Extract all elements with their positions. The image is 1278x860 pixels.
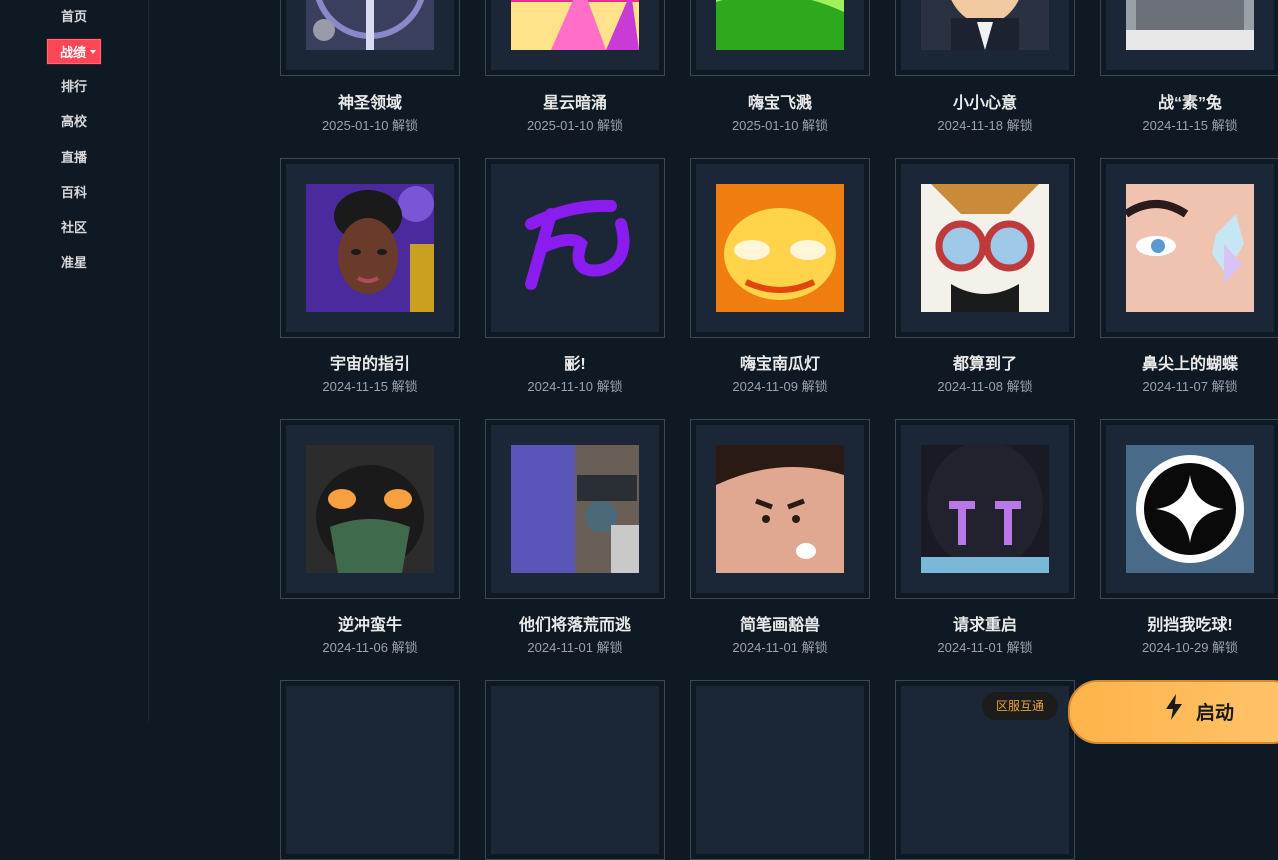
sidebar-item-label: 百科 [60,185,87,200]
sidebar-item-label: 社区 [60,220,87,235]
card-partial[interactable] [485,680,665,860]
butterfly-nose-art-icon [1126,184,1254,312]
card-date: 2024-11-18 解锁 [937,118,1033,133]
region-interop-button[interactable]: 区服互通 [982,692,1058,720]
card-title: 彨! [564,356,586,373]
doodle-face-art-icon [716,445,844,573]
card-gentleman[interactable] [895,0,1075,76]
card-date: 2024-11-10 解锁 [527,379,623,394]
card-robot[interactable] [895,419,1075,599]
sidebar-item-label: 首页 [60,9,87,24]
sidebar-item-label: 准星 [60,255,87,270]
card-date: 2024-11-06 解锁 [322,640,418,655]
caret-down-icon [90,49,96,54]
sidebar-item-wiki[interactable]: 百科 [0,182,148,201]
card-date: 2024-11-08 解锁 [937,379,1033,394]
gentleman-art-icon [921,0,1049,50]
card-star-orb[interactable] [1100,419,1278,599]
card-astra[interactable] [280,158,460,338]
card-calligraphy[interactable] [485,158,665,338]
start-button[interactable]: 启动 [1068,680,1278,744]
sidebar-item-campus[interactable]: 高校 [0,111,148,130]
card-date: 2024-10-29 解锁 [1141,640,1239,655]
sidebar-item-ranking[interactable]: 排行 [0,76,148,95]
card-title: 都算到了 [952,356,1017,373]
card-title: 星云暗涌 [542,95,607,112]
card-title: 请求重启 [952,617,1017,634]
card-title: 嗨宝飞溅 [747,95,812,112]
splash-art-icon [716,0,844,50]
card-sniper[interactable] [485,419,665,599]
pixel-rabbit-art-icon [1126,0,1254,50]
card-title: 战“素”兔 [1157,95,1222,112]
card-doodle[interactable] [690,419,870,599]
sidebar-item-label: 直播 [60,150,87,165]
card-date: 2024-11-01 解锁 [527,640,623,655]
card-title: 别挡我吃球! [1147,617,1233,634]
card-title: 小小心意 [952,95,1017,112]
lightning-icon [1164,694,1184,725]
card-title: 简笔画豁兽 [739,617,820,634]
card-title: 嗨宝南瓜灯 [739,356,820,373]
card-date: 2025-01-10 解锁 [731,118,829,133]
purple-calligraphy-art-icon [511,184,639,312]
sniper-art-icon [511,445,639,573]
sidebar-item-label: 战绩 [59,45,86,60]
goggles-cat-art-icon [921,184,1049,312]
sacred-domain-art-icon [306,0,434,50]
card-date: 2024-11-01 解锁 [937,640,1033,655]
card-date: 2024-11-07 解锁 [1142,379,1238,394]
card-date: 2025-01-10 解锁 [321,118,419,133]
card-partial[interactable] [690,680,870,860]
sidebar-item-active-pill: 战绩 [46,39,101,64]
card-title: 鼻尖上的蝴蝶 [1141,356,1238,373]
card-butterfly[interactable] [1100,158,1278,338]
card-date: 2024-11-15 解锁 [1142,118,1238,133]
card-partial[interactable] [280,680,460,860]
sidebar-item-label: 排行 [60,79,87,94]
sidebar-item-live[interactable]: 直播 [0,147,148,166]
card-title: 宇宙的指引 [329,356,410,373]
card-date: 2024-11-09 解锁 [732,379,828,394]
pumpkin-lantern-art-icon [716,184,844,312]
star-orb-art-icon [1126,445,1254,573]
sidebar-item-community[interactable]: 社区 [0,217,148,236]
card-title: 逆冲蛮牛 [337,617,402,634]
robot-helmet-art-icon [921,445,1049,573]
card-nebula[interactable] [485,0,665,76]
sidebar: 首页 战绩 排行 高校 直播 百科 社区 准星 [0,0,149,721]
sidebar-item-label: 高校 [60,114,87,129]
sidebar-item-crosshair[interactable]: 准星 [0,252,148,271]
card-date: 2024-11-15 解锁 [322,379,418,394]
sidebar-item-record[interactable]: 战绩 [0,39,148,64]
astra-portrait-art-icon [306,184,434,312]
card-pumpkin[interactable] [690,158,870,338]
card-pixel-rabbit[interactable] [1100,0,1278,76]
card-masked-bull[interactable] [280,419,460,599]
nebula-art-icon [511,0,639,50]
card-goggles-cat[interactable] [895,158,1075,338]
card-title: 神圣领域 [337,95,402,112]
masked-bull-art-icon [306,445,434,573]
card-date: 2025-01-10 解锁 [526,118,624,133]
card-splash[interactable] [690,0,870,76]
card-title: 他们将落荒而逃 [518,617,631,634]
card-date: 2024-11-01 解锁 [732,640,828,655]
sidebar-item-home[interactable]: 首页 [0,6,148,25]
card-sacred-domain[interactable] [280,0,460,76]
